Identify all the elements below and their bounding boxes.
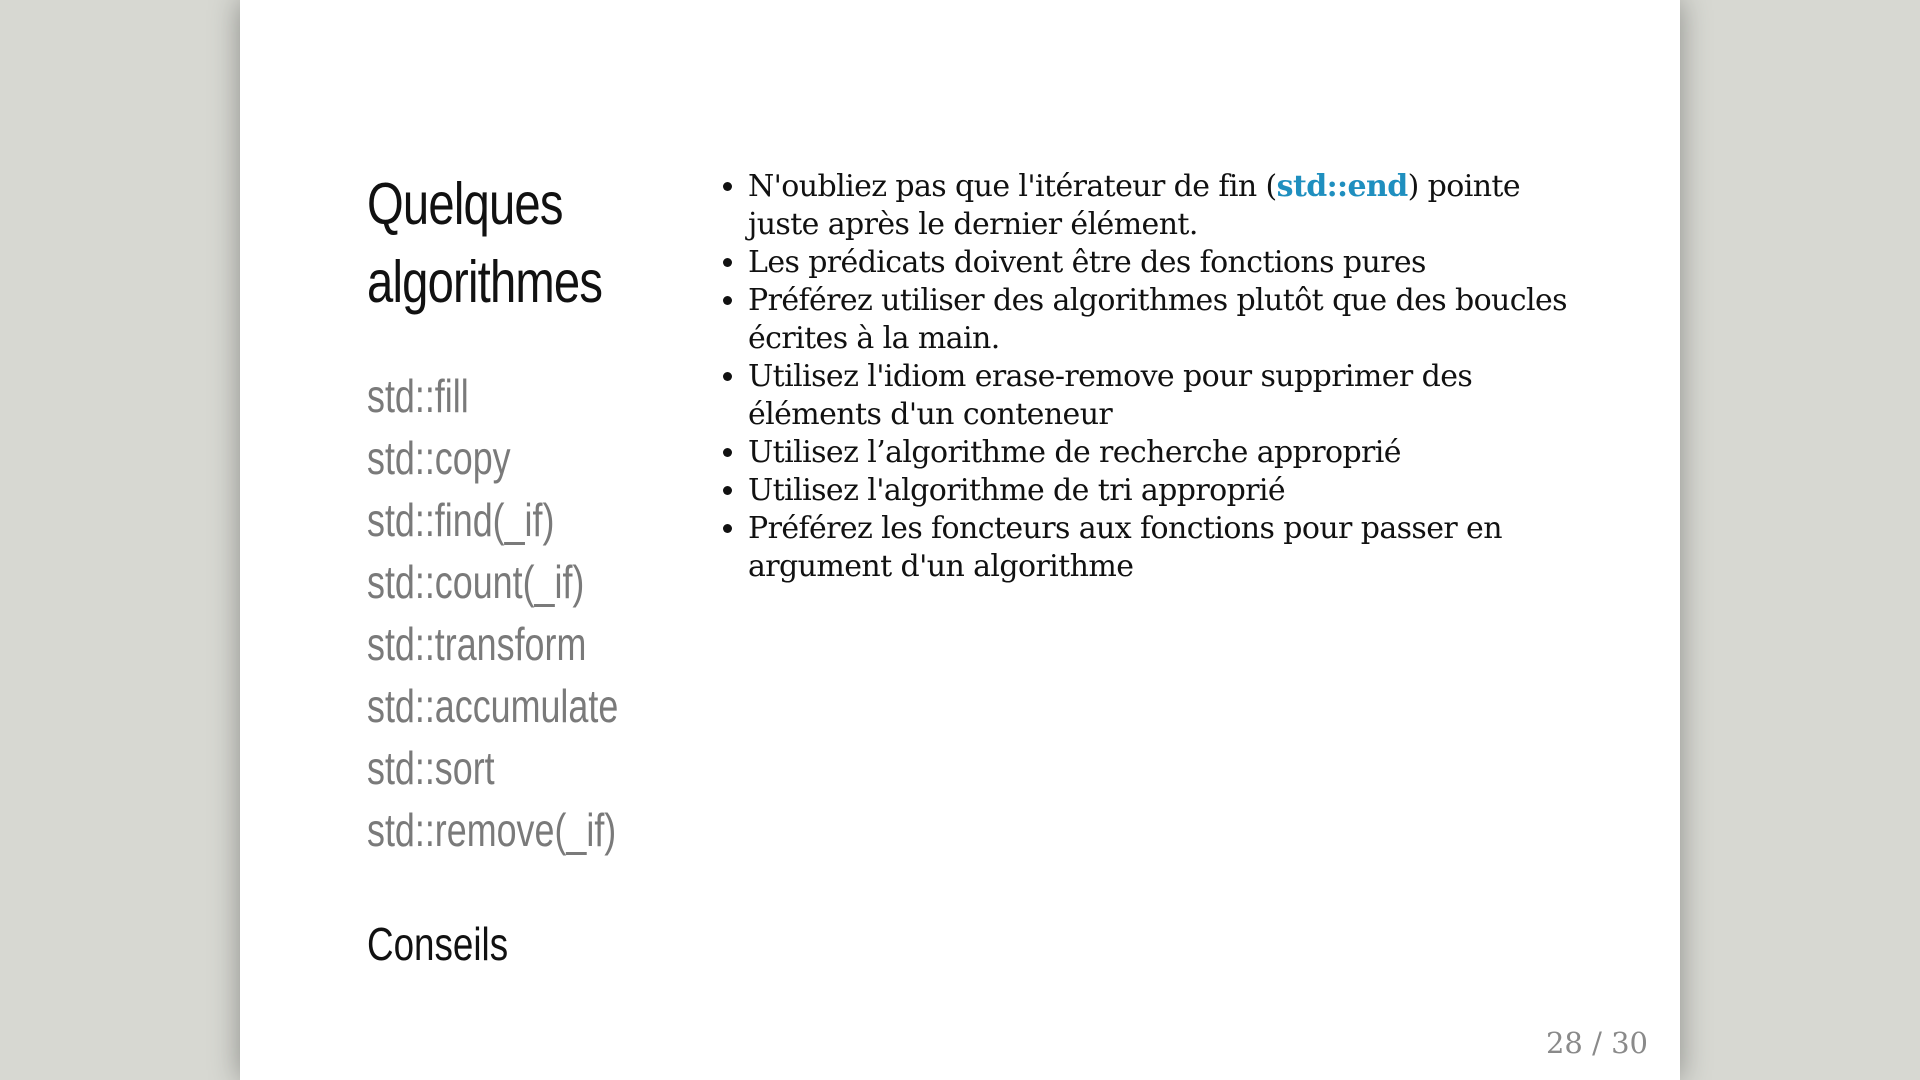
code-reference: std::end [1276, 169, 1409, 204]
tip-text: N'oubliez pas que l'itérateur de fin ( [748, 169, 1277, 204]
algorithm-item: std::accumulate [367, 680, 619, 732]
tip-item: Les prédicats doivent être des fonctions… [748, 244, 1588, 282]
tip-item: Préférez les foncteurs aux fonctions pou… [748, 510, 1588, 586]
right-column: N'oubliez pas que l'itérateur de fin (st… [688, 168, 1588, 586]
section-subtitle: Conseils [367, 918, 509, 970]
tip-item: N'oubliez pas que l'itérateur de fin (st… [748, 168, 1588, 244]
algorithm-item: std::copy [367, 432, 511, 484]
slide-title-line-1: Quelques [367, 171, 563, 237]
tip-item: Utilisez l'idiom erase-remove pour suppr… [748, 358, 1588, 434]
algorithm-item: std::count(_if) [367, 556, 585, 608]
tip-item: Utilisez l’algorithme de recherche appro… [748, 434, 1588, 472]
algorithm-item: std::transform [367, 618, 587, 670]
algorithm-item: std::fill [367, 370, 469, 422]
tip-item: Utilisez l'algorithme de tri approprié [748, 472, 1588, 510]
algorithm-item: std::find(_if) [367, 494, 555, 546]
algorithm-item: std::sort [367, 742, 495, 794]
algorithm-item: std::remove(_if) [367, 804, 617, 856]
page-number: 28 / 30 [1545, 1026, 1648, 1060]
left-column: Quelques algorithmes std::fill std::copy… [367, 165, 697, 970]
tip-item: Préférez utiliser des algorithmes plutôt… [748, 282, 1588, 358]
slide: Quelques algorithmes std::fill std::copy… [240, 0, 1680, 1080]
tips-list: N'oubliez pas que l'itérateur de fin (st… [688, 168, 1588, 586]
slide-title-line-2: algorithmes [367, 249, 603, 315]
algorithm-list: std::fill std::copy std::find(_if) std::… [367, 365, 689, 861]
